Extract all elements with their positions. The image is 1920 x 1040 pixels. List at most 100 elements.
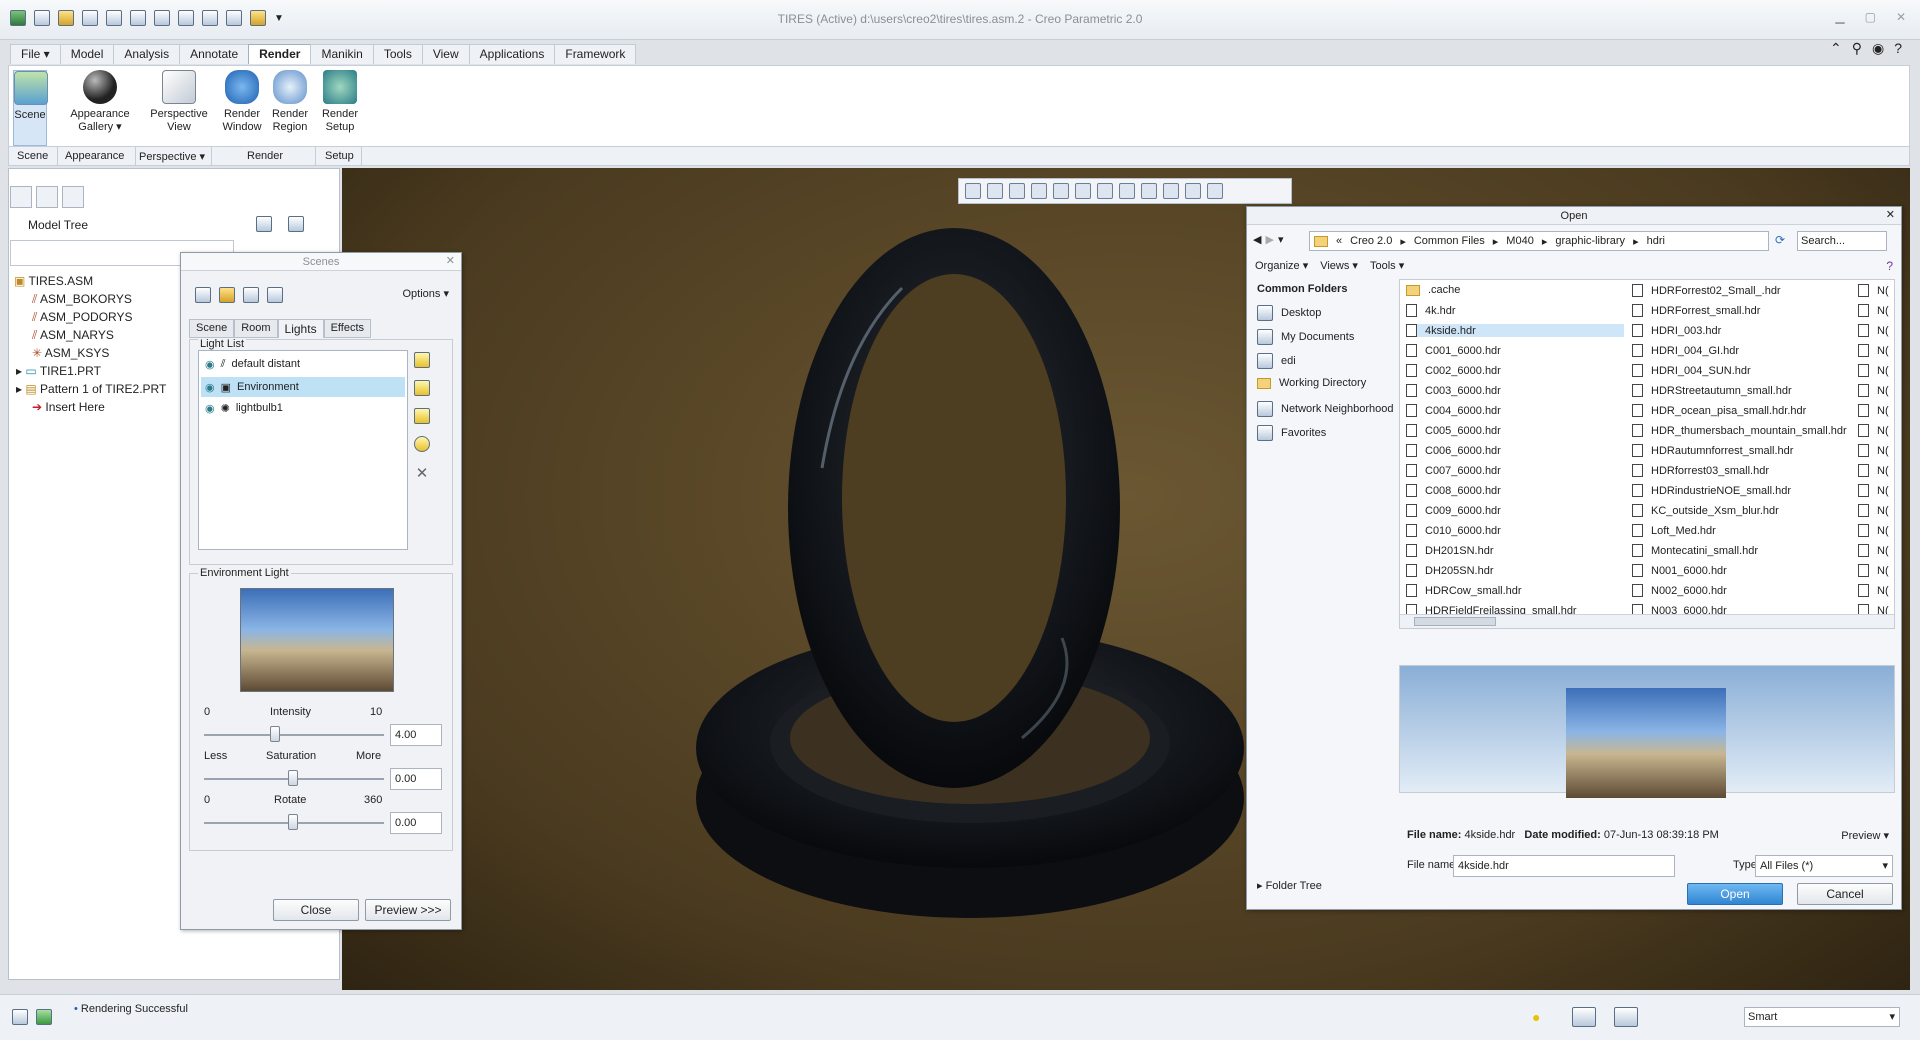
file-item[interactable]: HDRForrest_small.hdr <box>1632 304 1760 317</box>
tab-model[interactable]: Model <box>59 44 115 64</box>
refit-icon[interactable] <box>965 183 981 199</box>
visibility-eye-icon[interactable]: ◉ <box>205 402 215 415</box>
file-item[interactable]: HDR_ocean_pisa_small.hdr.hdr <box>1632 404 1806 417</box>
refresh-icon[interactable]: ⟳ <box>1775 233 1785 247</box>
place-desktop[interactable]: Desktop <box>1257 305 1321 321</box>
tree-item-part[interactable]: ▸ ▭ TIRE1.PRT <box>16 364 101 378</box>
delete-light-icon[interactable]: ✕ <box>414 464 430 482</box>
rotate-field[interactable]: 0.00 <box>390 812 442 834</box>
axis-display-icon[interactable] <box>1141 183 1157 199</box>
group-perspective[interactable]: Perspective ▾ <box>139 150 205 163</box>
breadcrumb-item[interactable]: M040 <box>1506 235 1534 247</box>
light-item[interactable]: ◉ ⫽ default distant <box>201 355 405 373</box>
close-button[interactable]: Close <box>273 899 359 921</box>
address-bar[interactable]: « Creo 2.0 ▸ Common Files ▸ M040 ▸ graphic-… <box>1309 231 1769 251</box>
tab-annotate[interactable]: Annotate <box>179 44 250 64</box>
scenes-dialog-close-icon[interactable]: ✕ <box>446 254 455 267</box>
scenes-tab-room[interactable]: Room <box>234 319 278 338</box>
file-item[interactable]: N( <box>1858 364 1889 377</box>
place-working-directory[interactable]: Working Directory <box>1257 377 1366 389</box>
breadcrumb-item[interactable]: graphic-library <box>1555 235 1625 247</box>
view-manager-icon[interactable] <box>1075 183 1091 199</box>
tree-item-insert-here[interactable]: ➔ Insert Here <box>32 400 105 414</box>
file-item[interactable]: C003_6000.hdr <box>1406 384 1501 397</box>
scrollbar-thumb[interactable] <box>1414 617 1496 626</box>
tab-manikin[interactable]: Manikin <box>310 44 374 64</box>
horizontal-scrollbar[interactable] <box>1400 614 1894 628</box>
intensity-field[interactable]: 4.00 <box>390 724 442 746</box>
scenes-tab-lights[interactable]: Lights <box>277 319 324 338</box>
file-item[interactable]: HDRStreetautumn_small.hdr <box>1632 384 1792 397</box>
filename-input[interactable]: 4kside.hdr <box>1453 855 1675 877</box>
render-window-button[interactable]: Render Window <box>219 70 265 134</box>
close-icon[interactable]: ✕ <box>1896 10 1906 24</box>
tab-view[interactable]: View <box>421 44 470 64</box>
tab-tools[interactable]: Tools <box>372 44 423 64</box>
file-item[interactable]: N002_6000.hdr <box>1632 584 1727 597</box>
tab-applications[interactable]: Applications <box>468 44 556 64</box>
search-icon[interactable]: ⚲ <box>1852 40 1862 57</box>
community-icon[interactable]: ◉ <box>1872 40 1884 57</box>
new-spot-light-icon[interactable] <box>414 380 430 396</box>
breadcrumb-item[interactable]: Common Files <box>1414 235 1485 247</box>
file-item[interactable]: 4k.hdr <box>1406 304 1456 317</box>
file-item[interactable]: HDRindustrieNOE_small.hdr <box>1632 484 1791 497</box>
file-item[interactable]: N( <box>1858 544 1889 557</box>
preview-button[interactable]: Preview >>> <box>365 899 451 921</box>
saturation-field[interactable]: 0.00 <box>390 768 442 790</box>
search-input[interactable]: Search... <box>1797 231 1887 251</box>
file-item[interactable]: C001_6000.hdr <box>1406 344 1501 357</box>
minimize-icon[interactable]: ▁ <box>1835 10 1844 24</box>
file-item[interactable]: N( <box>1858 524 1889 537</box>
file-item[interactable]: N( <box>1858 484 1889 497</box>
file-item[interactable]: HDRI_004_GI.hdr <box>1632 344 1739 357</box>
file-item[interactable]: N( <box>1858 304 1889 317</box>
file-type-select[interactable]: All Files (*) ▾ <box>1755 855 1893 877</box>
model-tree-tab-icon[interactable] <box>10 186 32 208</box>
open-scene-icon[interactable] <box>219 287 235 303</box>
file-item[interactable]: N( <box>1858 504 1889 517</box>
maximize-icon[interactable]: ▢ <box>1865 10 1876 24</box>
options-dropdown[interactable]: Options ▾ <box>403 287 450 300</box>
file-item[interactable]: C007_6000.hdr <box>1406 464 1501 477</box>
tree-settings-icon[interactable] <box>256 216 272 232</box>
file-item[interactable]: HDRforrest03_small.hdr <box>1632 464 1769 477</box>
zoom-in-icon[interactable] <box>987 183 1003 199</box>
file-item[interactable]: HDRautumnforrest_small.hdr <box>1632 444 1793 457</box>
tab-framework[interactable]: Framework <box>554 44 637 64</box>
folder-tree-toggle[interactable]: ▸ Folder Tree <box>1257 879 1322 892</box>
minimize-ribbon-icon[interactable]: ⌃ <box>1830 40 1842 57</box>
new-bulb-light-icon[interactable] <box>414 436 430 452</box>
csys-display-icon[interactable] <box>1185 183 1201 199</box>
tree-item-root[interactable]: ▣ TIRES.ASM <box>14 274 93 288</box>
selection-filter[interactable]: Smart ▾ <box>1744 1007 1900 1027</box>
file-item[interactable]: N001_6000.hdr <box>1632 564 1727 577</box>
file-item[interactable]: N( <box>1858 404 1889 417</box>
tree-item-pattern[interactable]: ▸ ▤ Pattern 1 of TIRE2.PRT <box>16 382 166 396</box>
display-style-icon[interactable] <box>1097 183 1113 199</box>
file-item[interactable]: N( <box>1858 344 1889 357</box>
saved-orientations-icon[interactable] <box>1053 183 1069 199</box>
tab-analysis[interactable]: Analysis <box>113 44 181 64</box>
file-item[interactable]: C004_6000.hdr <box>1406 404 1501 417</box>
copy-scene-icon[interactable] <box>267 287 283 303</box>
file-item[interactable]: C005_6000.hdr <box>1406 424 1501 437</box>
organize-menu[interactable]: Organize ▾ <box>1255 259 1308 272</box>
folder-browser-tab-icon[interactable] <box>36 186 58 208</box>
favorites-tab-icon[interactable] <box>62 186 84 208</box>
scenes-tab-effects[interactable]: Effects <box>323 319 372 338</box>
tree-item-datum[interactable]: ⫽ ASM_PODORYS <box>32 310 133 325</box>
file-item[interactable]: N( <box>1858 324 1889 337</box>
file-item[interactable]: HDRI_003.hdr <box>1632 324 1721 337</box>
file-item[interactable]: .cache <box>1406 284 1460 296</box>
file-item[interactable]: DH201SN.hdr <box>1406 544 1493 557</box>
light-item[interactable]: ◉ ✺ lightbulb1 <box>201 399 405 417</box>
visibility-eye-icon[interactable]: ◉ <box>205 358 215 371</box>
file-item[interactable]: N( <box>1858 384 1889 397</box>
navigator-toggle-icon[interactable] <box>12 1009 28 1025</box>
perspective-view-button[interactable]: Perspective View <box>141 70 217 134</box>
tools-menu[interactable]: Tools ▾ <box>1370 259 1404 272</box>
views-menu[interactable]: Views ▾ <box>1320 259 1358 272</box>
tab-file[interactable]: File ▾ <box>10 44 61 64</box>
place-favorites[interactable]: Favorites <box>1257 425 1326 441</box>
